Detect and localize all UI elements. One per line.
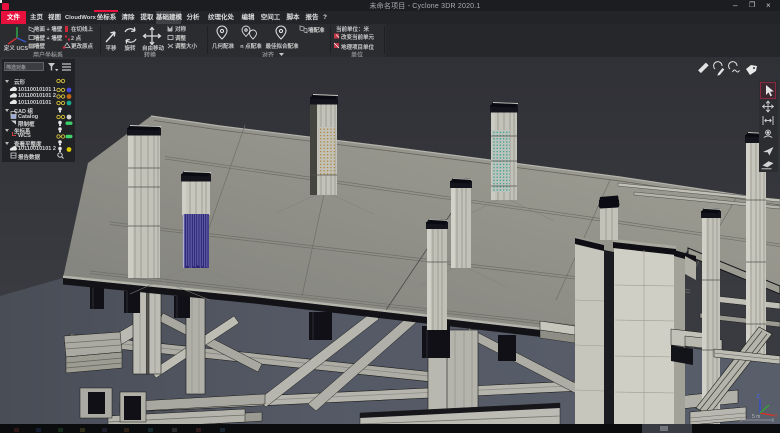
svg-text:5 m: 5 m	[752, 414, 760, 420]
svg-text:x: x	[775, 413, 778, 419]
